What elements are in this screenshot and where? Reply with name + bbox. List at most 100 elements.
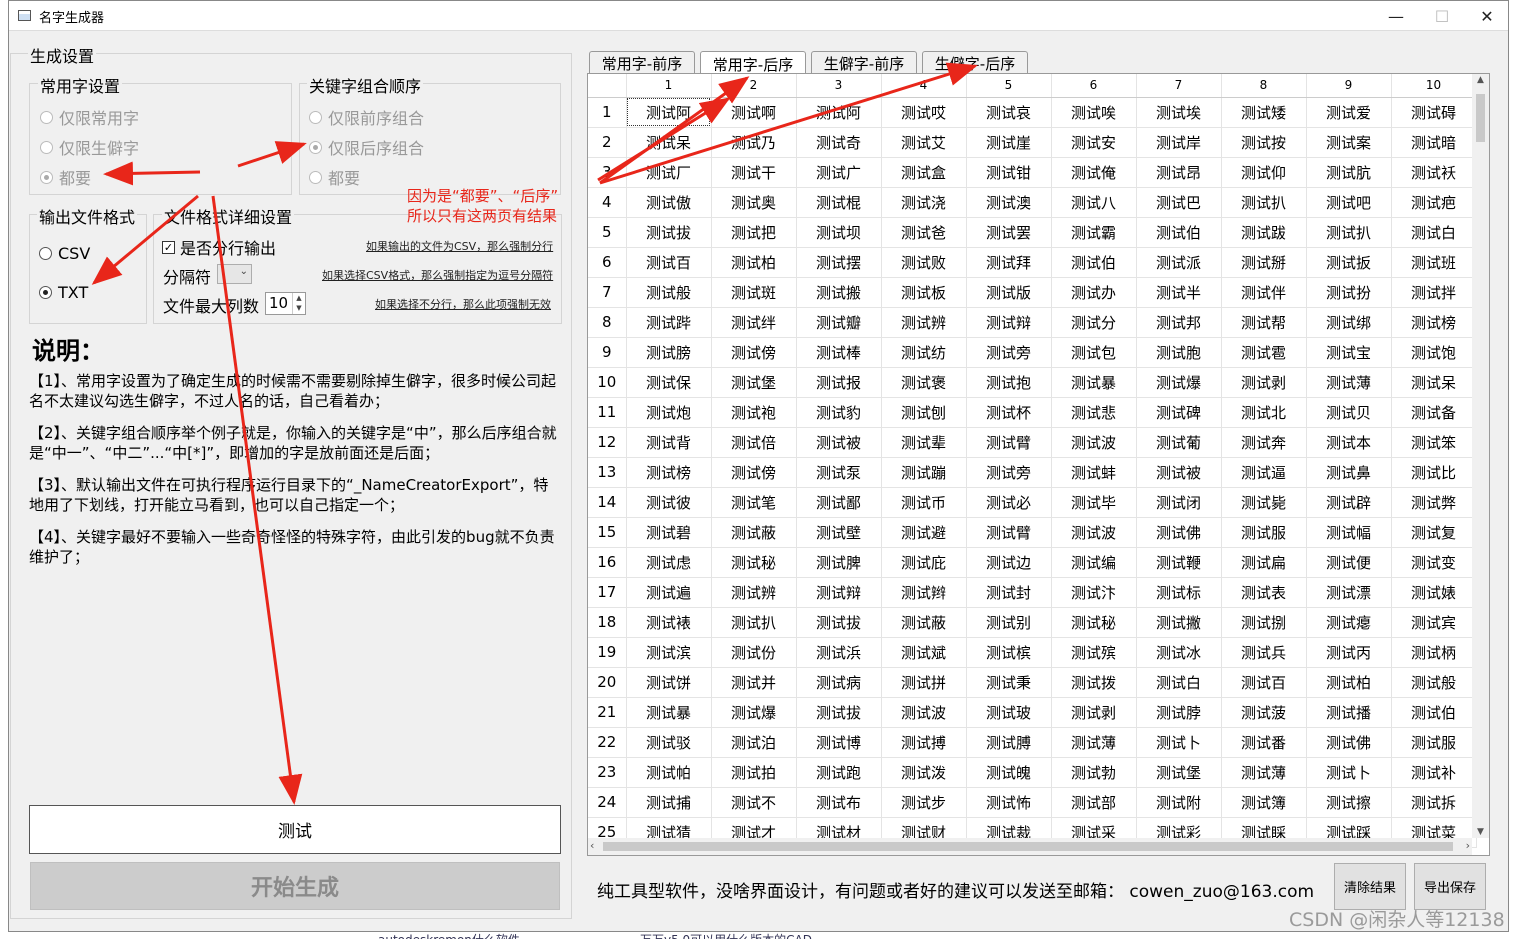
table-cell[interactable]: 测试部	[1051, 787, 1137, 818]
table-cell[interactable]: 测试饼	[626, 667, 712, 698]
table-cell[interactable]: 测试魄	[966, 757, 1052, 788]
table-cell[interactable]: 测试波	[1051, 517, 1137, 548]
table-row[interactable]: 5 测试拔 测试把 测试坝 测试爸 测试罢 测试霸 测试伯 测试跋 测试扒 测试白	[588, 217, 1477, 248]
table-cell[interactable]: 测试矮	[1221, 97, 1307, 128]
table-cell[interactable]: 测试炮	[626, 397, 712, 428]
row-header[interactable]: 18	[588, 607, 627, 638]
row-header[interactable]: 21	[588, 697, 627, 728]
table-cell[interactable]: 测试菠	[1221, 697, 1307, 728]
table-cell[interactable]: 测试卜	[1306, 757, 1392, 788]
table-row[interactable]: 12 测试背 测试倍 测试被 测试辈 测试臂 测试波 测试葡 测试奔 测试本 测试笨	[588, 427, 1477, 458]
table-cell[interactable]: 测试拼	[881, 667, 967, 698]
table-cell[interactable]: 测试蔽	[881, 607, 967, 638]
radio-suffix-only[interactable]: 仅限后序组合	[309, 135, 424, 159]
spin-arrows-icon[interactable]: ▲ ▼	[292, 293, 305, 314]
vertical-scrollbar[interactable]: ▲ ▼	[1472, 74, 1489, 838]
table-cell[interactable]: 测试便	[1306, 547, 1392, 578]
table-cell[interactable]: 测试半	[1136, 277, 1222, 308]
table-cell[interactable]: 测试版	[966, 277, 1052, 308]
max-columns-spinbox[interactable]: 10 ▲ ▼	[265, 292, 306, 315]
table-cell[interactable]: 测试服	[1221, 517, 1307, 548]
table-cell[interactable]: 测试霸	[1051, 217, 1137, 248]
table-cell[interactable]: 测试干	[711, 157, 797, 188]
table-cell[interactable]: 测试本	[1306, 427, 1392, 458]
row-header[interactable]: 16	[588, 547, 627, 578]
table-cell[interactable]: 测试澳	[966, 187, 1052, 218]
table-cell[interactable]: 测试俺	[1051, 157, 1137, 188]
table-cell[interactable]: 测试奇	[796, 127, 882, 158]
table-cell[interactable]: 测试佛	[1306, 727, 1392, 758]
table-row[interactable]: 11 测试炮 测试袍 测试豹 测试刨 测试杯 测试悲 测试碑 测试北 测试贝 测试备	[588, 397, 1477, 428]
table-cell[interactable]: 测试百	[1221, 667, 1307, 698]
table-cell[interactable]: 测试瘪	[1306, 607, 1392, 638]
table-cell[interactable]: 测试毙	[1221, 487, 1307, 518]
table-cell[interactable]: 测试封	[966, 577, 1052, 608]
table-cell[interactable]: 测试哎	[881, 97, 967, 128]
table-cell[interactable]: 测试份	[711, 637, 797, 668]
scroll-left-icon[interactable]: ‹	[590, 839, 594, 852]
result-table[interactable]: 1 2 3 4 5 6 7 8 9 10 1 测试阿 测试啊 测试阿 测试哎 测试哀 测试唉 测试埃 测试矮 测试爱…	[588, 74, 1477, 848]
table-cell[interactable]: 测试玻	[966, 697, 1052, 728]
table-cell[interactable]: 测试剥	[1051, 697, 1137, 728]
table-cell[interactable]: 测试碍	[1391, 97, 1477, 128]
maximize-icon[interactable]: ☐	[1419, 1, 1465, 31]
table-cell[interactable]: 测试倍	[711, 427, 797, 458]
table-cell[interactable]: 测试别	[966, 607, 1052, 638]
row-header[interactable]: 19	[588, 637, 627, 668]
column-header[interactable]: 3	[796, 74, 882, 98]
table-cell[interactable]: 测试坝	[796, 217, 882, 248]
result-grid[interactable]: 1 2 3 4 5 6 7 8 9 10 1 测试阿 测试啊 测试阿 测试哎 测试哀 测试唉 测试埃 测试矮 测试爱…	[587, 73, 1490, 856]
table-cell[interactable]: 测试拔	[626, 217, 712, 248]
table-cell[interactable]: 测试报	[796, 367, 882, 398]
scroll-right-icon[interactable]: ›	[1466, 839, 1470, 852]
table-cell[interactable]: 测试艾	[881, 127, 967, 158]
row-header[interactable]: 11	[588, 397, 627, 428]
table-cell[interactable]: 测试服	[1391, 727, 1477, 758]
table-cell[interactable]: 测试安	[1051, 127, 1137, 158]
table-cell[interactable]: 测试爱	[1306, 97, 1392, 128]
table-cell[interactable]: 测试被	[796, 427, 882, 458]
table-cell[interactable]: 测试傍	[711, 457, 797, 488]
row-header[interactable]: 12	[588, 427, 627, 458]
table-cell[interactable]: 测试邦	[1136, 307, 1222, 338]
table-row[interactable]: 4 测试傲 测试奥 测试棍 测试浇 测试澳 测试八 测试巴 测试扒 测试吧 测试疤	[588, 187, 1477, 218]
table-cell[interactable]: 测试薄	[1221, 757, 1307, 788]
table-cell[interactable]: 测试保	[626, 367, 712, 398]
table-cell[interactable]: 测试拜	[966, 247, 1052, 278]
radio-common-only[interactable]: 仅限常用字	[40, 105, 139, 129]
table-cell[interactable]: 测试斌	[881, 637, 967, 668]
radio-common-both[interactable]: 都要	[40, 165, 91, 189]
table-cell[interactable]: 测试补	[1391, 757, 1477, 788]
table-cell[interactable]: 测试泵	[796, 457, 882, 488]
table-cell[interactable]: 测试伴	[1221, 277, 1307, 308]
table-cell[interactable]: 测试布	[796, 787, 882, 818]
table-cell[interactable]: 测试标	[1136, 577, 1222, 608]
row-header[interactable]: 2	[588, 127, 627, 158]
row-header[interactable]: 8	[588, 307, 627, 338]
table-cell[interactable]: 测试碑	[1136, 397, 1222, 428]
table-cell[interactable]: 测试辨	[881, 307, 967, 338]
column-header[interactable]: 9	[1306, 74, 1392, 98]
row-header[interactable]: 5	[588, 217, 627, 248]
table-row[interactable]: 16 测试虑 测试秘 测试脾 测试庇 测试边 测试编 测试鞭 测试扁 测试便 测试变	[588, 547, 1477, 578]
close-icon[interactable]: ✕	[1464, 1, 1510, 31]
table-cell[interactable]: 测试奔	[1221, 427, 1307, 458]
export-save-button[interactable]: 导出保存	[1414, 863, 1486, 910]
table-cell[interactable]: 测试婊	[1391, 577, 1477, 608]
table-cell[interactable]: 测试辈	[881, 427, 967, 458]
table-cell[interactable]: 测试擦	[1306, 787, 1392, 818]
table-cell[interactable]: 测试悲	[1051, 397, 1137, 428]
table-cell[interactable]: 测试扒	[1306, 217, 1392, 248]
clear-results-button[interactable]: 清除结果	[1334, 863, 1406, 910]
table-cell[interactable]: 测试榜	[626, 457, 712, 488]
radio-format-txt[interactable]: TXT	[39, 283, 88, 302]
table-cell[interactable]: 测试泊	[711, 727, 797, 758]
table-cell[interactable]: 测试昂	[1136, 157, 1222, 188]
table-cell[interactable]: 测试班	[1391, 247, 1477, 278]
table-cell[interactable]: 测试殡	[1051, 637, 1137, 668]
table-cell[interactable]: 测试柏	[711, 247, 797, 278]
table-cell[interactable]: 测试汴	[1051, 577, 1137, 608]
table-cell[interactable]: 测试怖	[966, 787, 1052, 818]
table-cell[interactable]: 测试堡	[711, 367, 797, 398]
table-cell[interactable]: 测试厂	[626, 157, 712, 188]
